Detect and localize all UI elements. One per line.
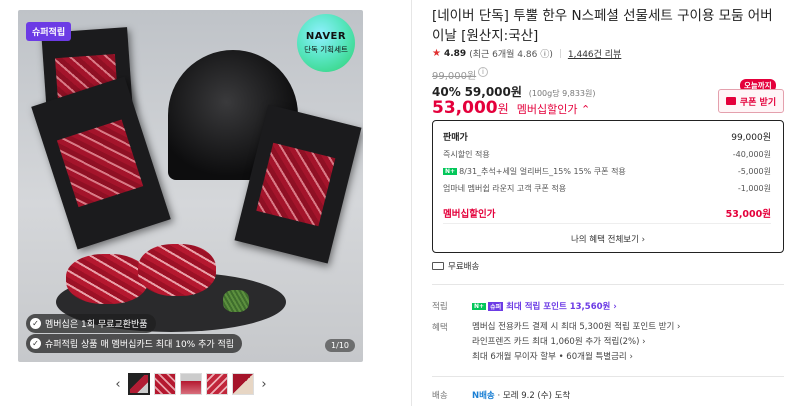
coupon-label: 쿠폰 받기 [739, 97, 777, 108]
calc-value: -5,000원 [737, 167, 771, 176]
price-breakdown-box: 판매가 99,000원 즉시할인 적용 -40,000원 N+ 8/31_추석+세… [432, 120, 784, 253]
member-price-won: 원 [497, 102, 509, 116]
calc-row-coupon: N+ 8/31_추석+세일 얼리버드_15% 15% 쿠폰 적용 -5,000원 [443, 166, 771, 177]
delivery-info: N배송 · 모레 9.2 (수) 도착 [472, 389, 570, 401]
promo-text: 멤버십은 1회 무료교환반품 [45, 320, 148, 330]
discount-rate: 40% [432, 85, 461, 99]
meat-image [138, 244, 216, 296]
calc-label: 8/31_추석+세일 얼리버드_15% 15% 쿠폰 적용 [459, 167, 626, 176]
calc-label: 엄마네 멤버쉽 라운지 고객 쿠폰 적용 [443, 184, 567, 193]
shipping-label: 무료배송 [448, 262, 480, 272]
unit-price: (100g당 9,833원) [528, 89, 596, 98]
thumbnail[interactable] [232, 373, 254, 395]
calc-row-member-price: 멤버십할인가 53,000원 [443, 206, 771, 220]
main-product-image[interactable]: 슈퍼적립 NAVER 단독 기획세트 ✓ 멤버십은 1회 무료교환반품 ✓ 슈퍼… [18, 10, 363, 362]
info-icon[interactable]: ⓘ) [540, 47, 553, 60]
column-divider [411, 0, 412, 406]
divider [432, 376, 784, 377]
member-price-label: 멤버십할인가 ⌃ [516, 103, 591, 116]
info-icon[interactable]: i [478, 67, 488, 77]
product-gallery: 슈퍼적립 NAVER 단독 기획세트 ✓ 멤버십은 1회 무료교환반품 ✓ 슈퍼… [0, 0, 411, 406]
sale-price: 59,000원 [464, 85, 522, 99]
star-icon: ★ [432, 48, 441, 59]
chevron-right-icon[interactable]: › [258, 377, 270, 392]
calc-label: 멤버십할인가 [443, 209, 496, 220]
product-page: 슈퍼적립 NAVER 단독 기획세트 ✓ 멤버십은 1회 무료교환반품 ✓ 슈퍼… [0, 0, 800, 406]
calc-row-instant-discount: 즉시할인 적용 -40,000원 [443, 149, 771, 160]
product-title: [네이버 단독] 투뿔 한우 N스페셜 선물세트 구이용 모둠 어버이날 [원산… [432, 8, 773, 44]
npay-tag: N+ [472, 303, 487, 310]
naver-badge-line2: 단독 기획세트 [304, 45, 348, 54]
promo-chip-return: ✓ 멤버십은 1회 무료교환반품 [26, 314, 156, 333]
divider: | [558, 48, 562, 59]
coupon-icon [725, 97, 736, 105]
points-text: 최대 적립 포인트 13,560원 › [506, 302, 617, 312]
shipping-row: 무료배송 [432, 260, 479, 272]
super-point-badge: 슈퍼적립 [26, 22, 72, 41]
promo-chip-card: ✓ 슈퍼적립 상품 매 멤버십카드 최대 10% 추가 적립 [26, 334, 243, 353]
rating-detail: (최근 6개월 4.86 [469, 50, 538, 60]
benefits-label: 혜택 [432, 323, 448, 333]
review-count-link[interactable]: 1,446건 리뷰 [568, 47, 621, 60]
points-link[interactable]: N+ 슈퍼 최대 적립 포인트 13,560원 › [472, 300, 617, 312]
chevron-left-icon[interactable]: ‹ [112, 377, 124, 392]
delivery-label: 배송 [432, 391, 448, 401]
thumbnail[interactable] [206, 373, 228, 395]
points-label: 적립 [432, 302, 448, 312]
thumbnail-strip: ‹ › [112, 373, 270, 395]
gift-box-image [31, 76, 171, 250]
view-all-benefits-link[interactable]: 나의 혜택 전체보기 › [433, 233, 783, 245]
calc-value: 53,000원 [725, 209, 771, 220]
rating-score: 4.89 [443, 48, 467, 59]
member-price-row[interactable]: 53,000원 멤버십할인가 ⌃ [432, 98, 590, 118]
calc-label: 판매가 [443, 133, 468, 143]
rating-row: ★ 4.89 (최근 6개월 4.86 ⓘ) | 1,446건 리뷰 [432, 47, 621, 60]
divider [443, 223, 771, 224]
calc-row-list-price: 판매가 99,000원 [443, 130, 771, 143]
meat-image [66, 254, 148, 304]
thumbnail[interactable] [128, 373, 150, 395]
benefit-item[interactable]: 라인프렌즈 카드 최대 1,060원 추가 적립(2%) › [472, 335, 680, 350]
benefit-item[interactable]: 멤버십 전용카드 결제 시 최대 5,300원 적립 포인트 받기 › [472, 320, 680, 335]
calc-row-lounge-coupon: 엄마네 멤버쉽 라운지 고객 쿠폰 적용 -1,000원 [443, 183, 771, 194]
calc-value: -40,000원 [732, 150, 771, 159]
truck-icon [432, 262, 444, 270]
member-price: 53,000 [432, 98, 498, 118]
benefit-item[interactable]: 최대 6개월 무이자 할부 • 60개월 특별금리 › [472, 350, 680, 365]
naver-badge-line1: NAVER [305, 31, 347, 42]
coupon-button[interactable]: 쿠폰 받기 [718, 89, 784, 113]
herb-image [223, 290, 249, 312]
super-tag: 슈퍼 [488, 302, 504, 311]
npay-tag: N+ [443, 168, 458, 175]
image-counter: 1/10 [325, 339, 355, 352]
original-price: 99,000원 [432, 71, 477, 82]
info-icon: ✓ [30, 318, 41, 329]
promo-text: 슈퍼적립 상품 매 멤버십카드 최대 10% 추가 적립 [45, 340, 235, 350]
divider [432, 284, 784, 285]
calc-value: 99,000원 [731, 133, 771, 143]
thumbnail[interactable] [154, 373, 176, 395]
calc-label: 즉시할인 적용 [443, 150, 490, 159]
info-icon: ✓ [30, 338, 41, 349]
calc-value: -1,000원 [737, 184, 771, 193]
delivery-text: · 모레 9.2 (수) 도착 [497, 391, 571, 401]
naver-delivery-tag: N배송 [472, 391, 495, 401]
naver-exclusive-badge: NAVER 단독 기획세트 [297, 14, 355, 72]
thumbnail[interactable] [180, 373, 202, 395]
benefits-list: 멤버십 전용카드 결제 시 최대 5,300원 적립 포인트 받기 › 라인프렌… [472, 320, 680, 365]
